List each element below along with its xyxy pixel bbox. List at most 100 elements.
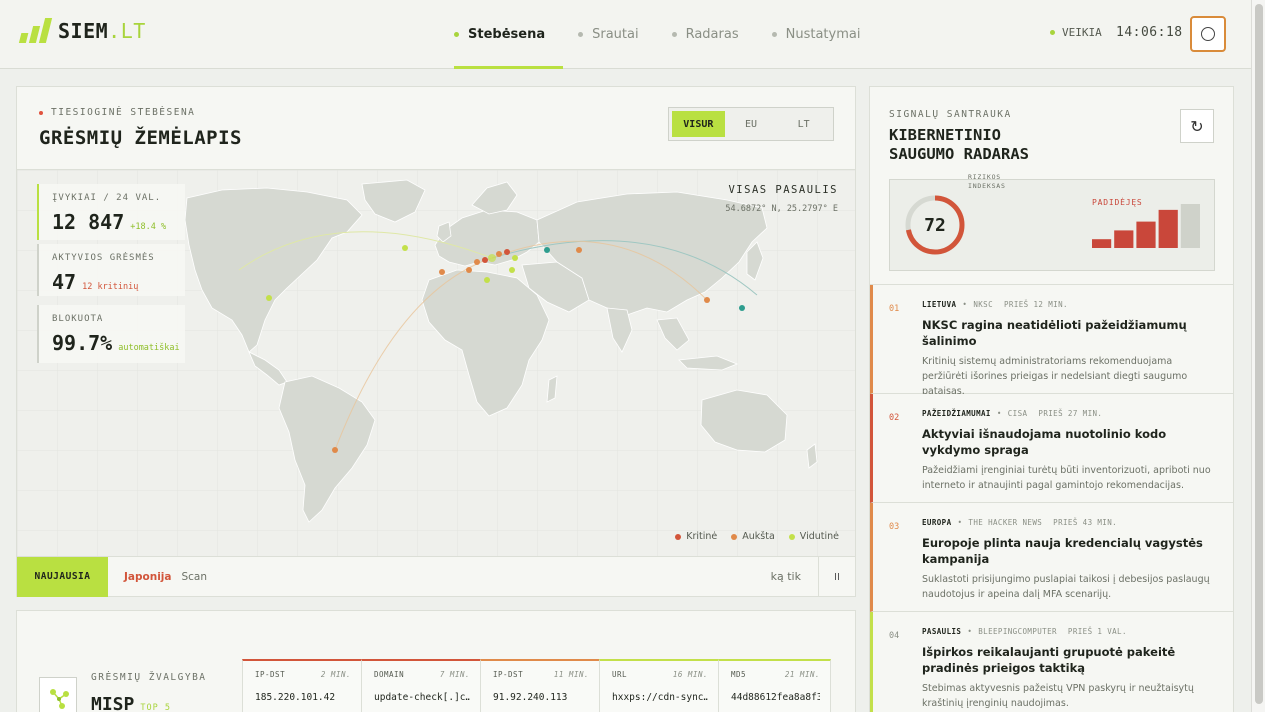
- refresh-icon: ↻: [1190, 116, 1204, 136]
- scrollbar[interactable]: [1251, 0, 1265, 712]
- pause-icon: II: [834, 571, 840, 583]
- pause-button[interactable]: II: [818, 557, 855, 597]
- legend-dot-icon: [788, 533, 795, 540]
- ioc-card[interactable]: IP-DST 11 MIN. 91.92.240.113: [480, 659, 600, 712]
- trend-bar: [1092, 239, 1112, 248]
- threat-intel-panel: GRĖSMIŲ ŽVALGYBA MISP TOP 5 IP-DST 2 MIN. 1…: [16, 610, 856, 712]
- legend-medium: Vidutinė: [788, 531, 839, 542]
- legend-high: Aukšta: [731, 531, 775, 542]
- news-ticker: NAUJAUSIA Japonija Scan ką tik II: [17, 556, 855, 597]
- section-label: TIESIOGINĖ STEBĖSENA: [39, 107, 195, 118]
- logo[interactable]: SIEM.LT: [18, 18, 146, 43]
- risk-index-value: 72: [924, 214, 946, 236]
- stat-label: ĮVYKIAI / 24 VAL.: [52, 193, 162, 203]
- news-number: 04: [889, 631, 900, 641]
- nav-dot-icon: [578, 32, 584, 37]
- radar-section-label: SIGNALŲ SANTRAUKA: [889, 109, 1012, 120]
- legend-dot-icon: [731, 533, 738, 540]
- news-item[interactable]: 03 EUROPA • THE HACKER NEWS PRIEŠ 43 MIN. E…: [870, 503, 1233, 612]
- region-filter: VISUR EU LT: [668, 107, 834, 141]
- trend-bars: [1092, 204, 1200, 248]
- filter-button-visur[interactable]: VISUR: [672, 111, 725, 137]
- stat-blocked: BLOKUOTA 99.7% automatiškai: [37, 305, 185, 363]
- filter-button-lt[interactable]: LT: [777, 111, 830, 137]
- news-title[interactable]: Aktyviai išnaudojama nuotolinio kodo vyk…: [922, 426, 1217, 458]
- main-nav: Stebėsena Srautai Radaras Nustatymai: [454, 0, 893, 69]
- news-list: 01 LIETUVA • NKSC PRIEŠ 12 MIN. NKSC ragina…: [870, 284, 1233, 712]
- nav-dot-icon: [454, 32, 459, 37]
- ioc-value: 91.92.240.113: [493, 692, 568, 703]
- stat-value: 12 847: [52, 210, 125, 234]
- nav-item-radaras[interactable]: Radaras: [671, 0, 757, 69]
- trend-bar: [1158, 209, 1178, 248]
- news-meta: PAŽEIDŽIAMUMAI • CISA PRIEŠ 27 MIN.: [922, 409, 1103, 418]
- nav-item-srautai[interactable]: Srautai: [578, 0, 656, 69]
- ticker-text: Scan: [181, 570, 208, 583]
- nav-label: Stebėsena: [468, 27, 546, 42]
- nav-label: Srautai: [592, 27, 639, 42]
- stat-sub: automatiškai: [118, 343, 180, 353]
- news-item[interactable]: 02 PAŽEIDŽIAMUMAI • CISA PRIEŠ 27 MIN. Akty…: [870, 394, 1233, 503]
- ioc-card[interactable]: IP-DST 2 MIN. 185.220.101.42: [242, 659, 362, 712]
- ticker-time: ką tik: [770, 570, 801, 583]
- status-text: VEIKIA: [1062, 26, 1102, 39]
- nav-item-stebesena[interactable]: Stebėsena: [454, 0, 564, 69]
- radar-title: KIBERNETINIO SAUGUMO RADARAS: [889, 126, 1029, 163]
- nav-dot-icon: [671, 32, 677, 37]
- stat-value: 47: [52, 270, 77, 294]
- ticker-highlight[interactable]: Japonija: [124, 571, 171, 583]
- stat-sub: +18.4 %: [130, 222, 167, 232]
- ioc-value: 185.220.101.42: [255, 692, 336, 703]
- news-meta: LIETUVA • NKSC PRIEŠ 12 MIN.: [922, 300, 1068, 309]
- live-dot-icon: [39, 110, 43, 115]
- trend-bar: [1136, 221, 1156, 248]
- scrollbar-thumb[interactable]: [1255, 4, 1263, 704]
- ioc-card[interactable]: MD5 21 MIN. 44d88612fea8a8f3…: [718, 659, 831, 712]
- news-body: Suklastoti prisijungimo puslapiai taikos…: [922, 574, 1210, 600]
- intel-badge: TOP 5: [140, 703, 171, 712]
- filter-button-eu[interactable]: EU: [725, 111, 778, 137]
- stat-label: AKTYVIOS GRĖSMĖS: [52, 253, 155, 263]
- news-number: 02: [889, 413, 900, 423]
- ioc-card[interactable]: URL 16 MIN. hxxps://cdn-sync…: [599, 659, 719, 712]
- stat-active-threats: AKTYVIOS GRĖSMĖS 47 12 kritinių: [37, 244, 185, 296]
- world-map[interactable]: ĮVYKIAI / 24 VAL. 12 847 +18.4 % AKTYVIOS…: [17, 169, 855, 557]
- map-legend: Kritinė Aukšta Vidutinė: [675, 531, 839, 542]
- stat-events: ĮVYKIAI / 24 VAL. 12 847 +18.4 %: [37, 184, 185, 240]
- ioc-card[interactable]: DOMAIN 7 MIN. update-check[.]c…: [361, 659, 481, 712]
- nav-label: Radaras: [685, 27, 739, 42]
- stat-label: BLOKUOTA: [52, 314, 104, 324]
- legend-critical: Kritinė: [675, 531, 717, 542]
- threat-map-panel: TIESIOGINĖ STEBĖSENA GRĖSMIŲ ŽEMĖLAPIS V…: [16, 86, 856, 597]
- news-title[interactable]: Europoje plinta nauja kredencialų vagyst…: [922, 535, 1217, 567]
- stat-sub: 12 kritinių: [82, 282, 139, 292]
- news-title[interactable]: Išpirkos reikalaujanti grupuotė pakeitė …: [922, 644, 1217, 676]
- user-button[interactable]: [1190, 16, 1226, 52]
- radar-panel: SIGNALŲ SANTRAUKA KIBERNETINIO SAUGUMO RA…: [869, 86, 1234, 712]
- region-coords: 54.6872° N, 25.2797° E: [725, 204, 838, 214]
- news-item[interactable]: 04 PASAULIS • BLEEPINGCOMPUTER PRIEŠ 1 VAL.…: [870, 612, 1233, 712]
- status-dot-icon: [1050, 30, 1055, 35]
- clock: 14:06:18: [1116, 25, 1183, 40]
- intel-section-label: GRĖSMIŲ ŽVALGYBA: [91, 672, 207, 683]
- network-icon: [39, 677, 77, 712]
- legend-dot-icon: [675, 533, 682, 540]
- region-info: VISAS PASAULIS 54.6872° N, 25.2797° E: [725, 184, 838, 214]
- news-title[interactable]: NKSC ragina neatidėlioti pažeidžiamumų š…: [922, 317, 1217, 349]
- ioc-value: 44d88612fea8a8f3…: [731, 692, 820, 703]
- circle-icon: [1201, 27, 1215, 41]
- news-body: Stebimas aktyvesnis pažeistų VPN paskyrų…: [922, 683, 1194, 709]
- news-body: Pažeidžiami įrenginiai turėtų būti inven…: [922, 465, 1211, 491]
- nav-item-nustatymai[interactable]: Nustatymai: [771, 0, 879, 69]
- news-meta: PASAULIS • BLEEPINGCOMPUTER PRIEŠ 1 VAL.: [922, 627, 1127, 636]
- logo-text: SIEM.LT: [58, 18, 146, 43]
- news-body: Kritinių sistemų administratoriams rekom…: [922, 356, 1188, 397]
- region-name: VISAS PASAULIS: [728, 184, 838, 196]
- refresh-button[interactable]: ↻: [1180, 109, 1214, 143]
- ioc-value: hxxps://cdn-sync…: [612, 692, 708, 703]
- news-number: 03: [889, 522, 900, 532]
- news-number: 01: [889, 304, 900, 314]
- top-bar: SIEM.LT Stebėsena Srautai Radaras Nustat…: [0, 0, 1251, 69]
- ticker-badge: NAUJAUSIA: [17, 556, 108, 597]
- news-item[interactable]: 01 LIETUVA • NKSC PRIEŠ 12 MIN. NKSC ragina…: [870, 285, 1233, 397]
